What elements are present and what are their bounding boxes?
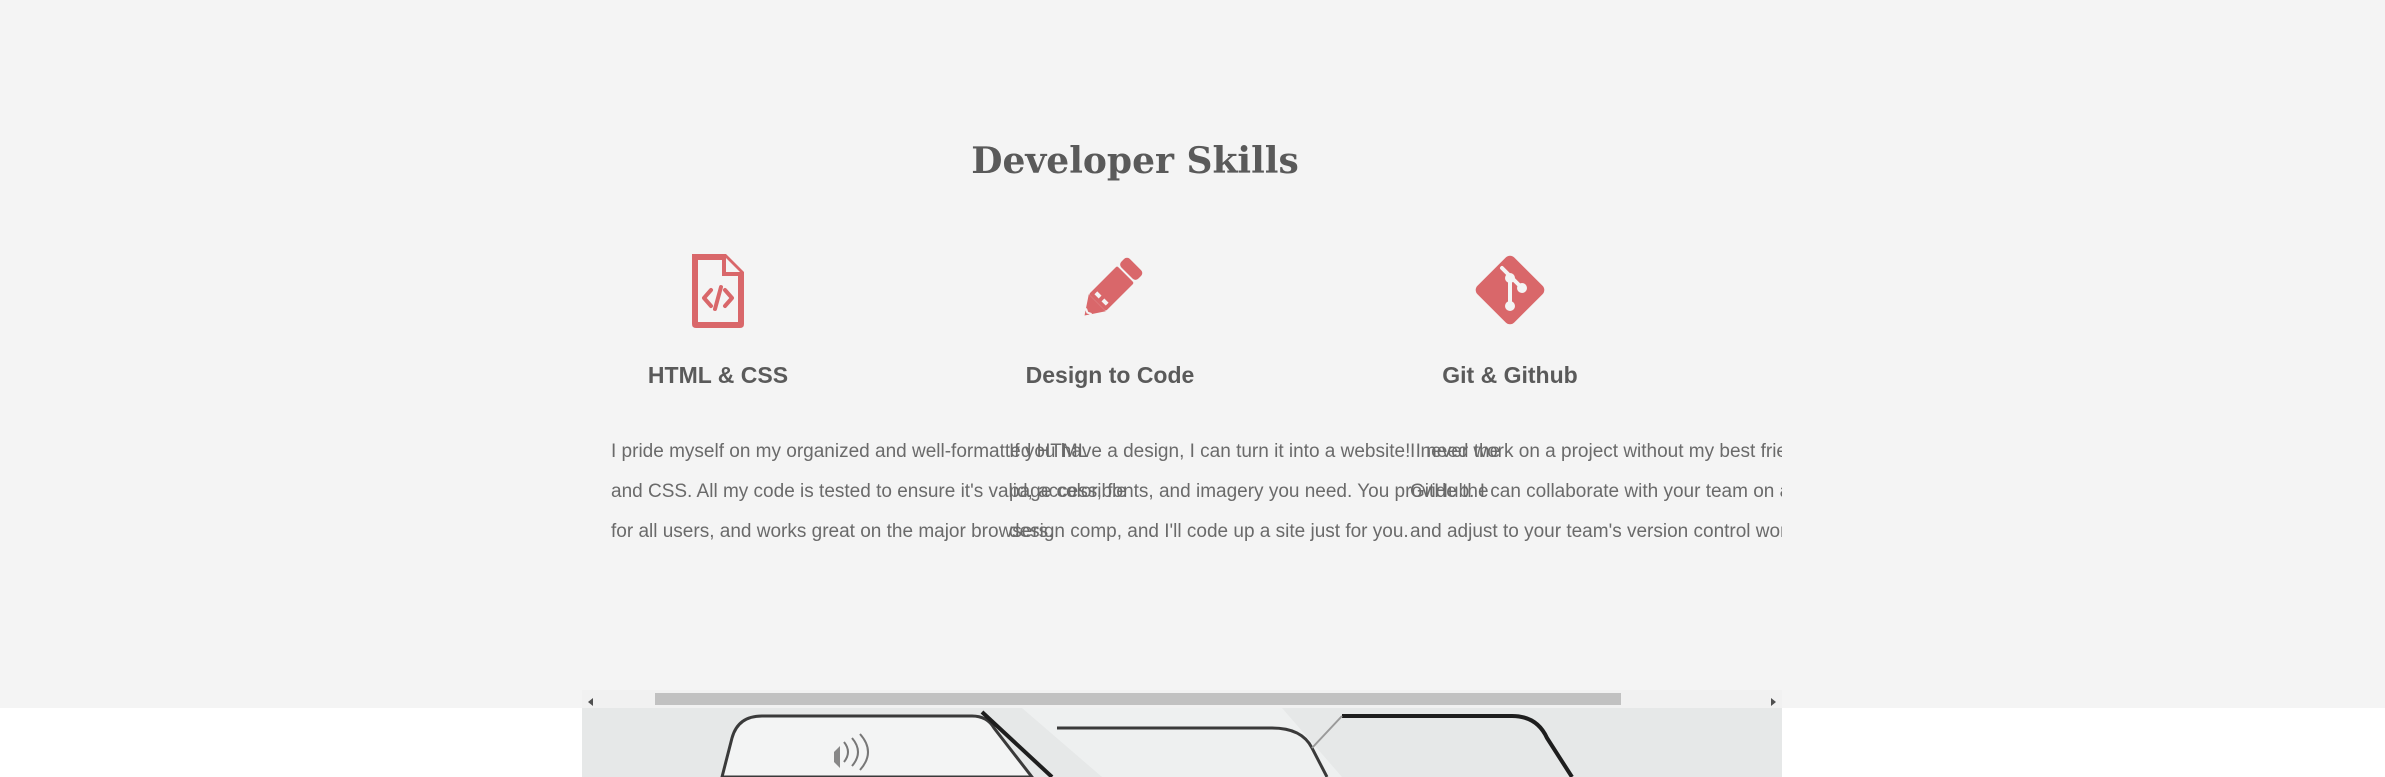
skill-title: Design to Code: [1025, 362, 1195, 388]
keyboard-photo: [582, 708, 1782, 777]
scroll-left-arrow-icon[interactable]: [586, 694, 596, 706]
git-icon: [1470, 250, 1550, 330]
skill-description-line: If you have a design, I can turn it into…: [1009, 441, 1501, 462]
skill-description: If you have a design, I can turn it into…: [1009, 432, 1501, 552]
scroll-right-arrow-icon[interactable]: [1768, 694, 1778, 706]
skill-description-line: I never work on a project without my bes…: [1410, 441, 1782, 462]
skill-title: HTML & CSS: [647, 362, 789, 388]
skill-description-line: and adjust to your team's version contro…: [1410, 521, 1782, 542]
file-code-icon: [678, 250, 758, 330]
skill-description-line: page color, fonts, and imagery you need.…: [1009, 481, 1489, 502]
horizontal-scrollbar[interactable]: [582, 690, 1782, 708]
skill-description: I never work on a project without my bes…: [1410, 432, 1782, 552]
skill-title: Git & Github: [1442, 362, 1578, 388]
skills-carousel[interactable]: HTML & CSS I pride myself on my organize…: [582, 0, 1782, 708]
pencil-icon: [1070, 250, 1150, 330]
scrollbar-thumb[interactable]: [655, 693, 1621, 705]
skill-description-line: design comp, and I'll code up a site jus…: [1009, 521, 1409, 542]
skill-description-line: GitHub. I can collaborate with your team…: [1410, 481, 1782, 502]
